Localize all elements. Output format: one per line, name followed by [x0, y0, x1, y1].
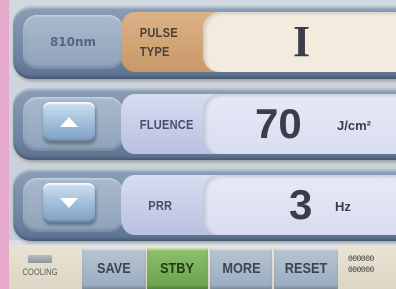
cooling-led: [28, 255, 52, 263]
standby-button-label: STBY: [160, 260, 195, 277]
fluence-unit: J/cm²: [337, 118, 371, 133]
counter-line-2: 000000: [348, 266, 374, 275]
prr-row: PRR 3 Hz: [13, 169, 396, 241]
prr-value: 3: [289, 181, 313, 228]
more-button-label: MORE: [221, 260, 261, 277]
cooling-indicator: COOLING: [14, 255, 66, 287]
standby-button[interactable]: STBY: [147, 248, 208, 289]
more-button[interactable]: MORE: [210, 248, 272, 289]
pulse-type-label-line2: TYPE: [139, 44, 170, 59]
prr-unit: Hz: [335, 199, 351, 214]
reset-button[interactable]: RESET: [274, 248, 338, 289]
fluence-row: FLUENCE 70 J/cm²: [13, 88, 396, 160]
pulse-type-value: I: [293, 17, 311, 66]
arrow-down-icon: [59, 197, 79, 209]
side-edge: [0, 0, 9, 289]
pulse-type-label-line1: PULSE: [139, 25, 178, 40]
fluence-value: 70: [255, 100, 302, 147]
counter-line-1: 000000: [348, 255, 374, 264]
fluence-increase-button[interactable]: [43, 102, 95, 142]
prr-decrease-button[interactable]: [43, 183, 95, 223]
arrow-up-icon: [59, 116, 79, 128]
cooling-label: COOLING: [22, 267, 58, 277]
save-button[interactable]: SAVE: [82, 248, 146, 289]
reset-button-label: RESET: [284, 260, 328, 277]
wavelength-label: 810nm: [49, 35, 97, 49]
pulse-counter: 000000 000000: [348, 254, 396, 284]
pulse-type-row: 810nm PULSE TYPE I: [13, 6, 396, 79]
save-button-label: SAVE: [97, 260, 131, 277]
